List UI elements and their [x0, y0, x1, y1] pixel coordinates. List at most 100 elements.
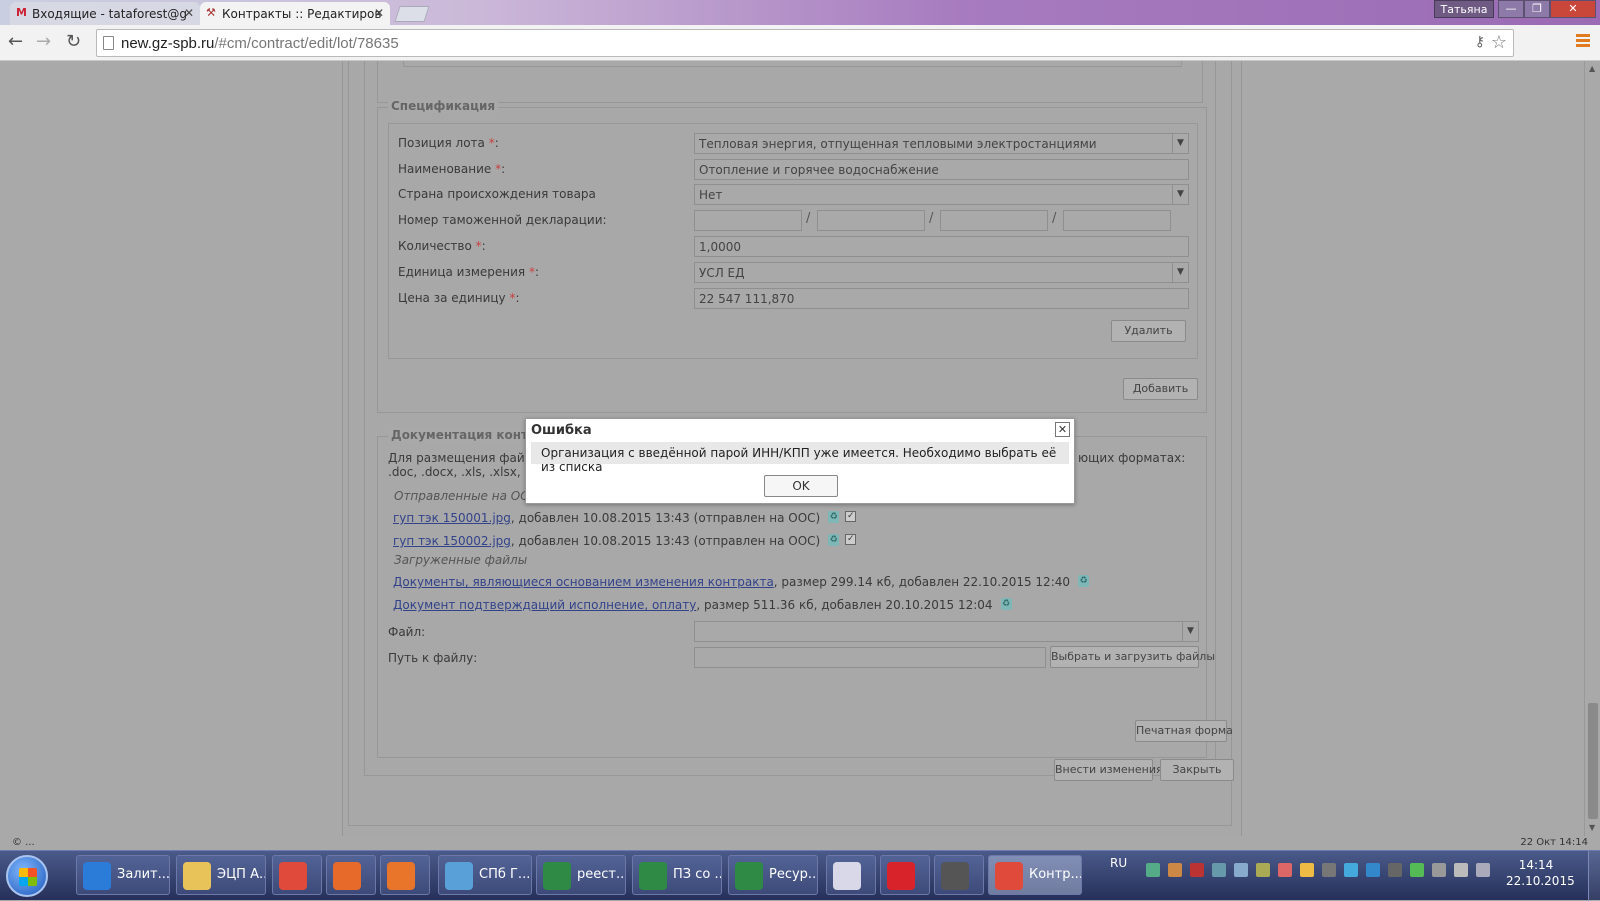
- recycle-icon[interactable]: ♻: [1078, 575, 1090, 587]
- taskbar-button[interactable]: [380, 855, 430, 895]
- taskbar-clock[interactable]: 14:14 22.10.2015: [1506, 857, 1575, 889]
- tray-app-icon[interactable]: [1168, 863, 1182, 877]
- show-desktop-button[interactable]: [1588, 851, 1600, 901]
- file-link[interactable]: гуп тэк 150001.jpg: [393, 511, 511, 525]
- tab-contracts[interactable]: ⚒ Контракты :: Редактиров ✕: [200, 2, 390, 26]
- back-arrow-icon[interactable]: ←: [8, 33, 23, 51]
- tray-app-icon[interactable]: [1212, 863, 1226, 877]
- taskbar-button-label: ЭЦП А...: [217, 867, 266, 882]
- save-changes-button[interactable]: Внести изменения: [1054, 759, 1163, 781]
- customs-part-4[interactable]: [1063, 210, 1171, 231]
- file-link[interactable]: гуп тэк 150002.jpg: [393, 534, 511, 548]
- acrobat-icon[interactable]: [1190, 863, 1204, 877]
- excel-icon: [543, 862, 571, 890]
- network-icon[interactable]: [1476, 863, 1490, 877]
- tray-app-icon[interactable]: [1256, 863, 1270, 877]
- bookmark-star-icon[interactable]: ☆: [1491, 32, 1507, 53]
- new-tab-button[interactable]: [394, 6, 430, 22]
- scroll-down-icon[interactable]: ▼: [1589, 823, 1595, 832]
- taskbar-button[interactable]: Контр...: [988, 855, 1082, 895]
- name-input[interactable]: Отопление и горячее водоснабжение: [694, 159, 1189, 180]
- chrome-menu-icon[interactable]: [1576, 34, 1590, 49]
- tray-app-icon[interactable]: [1388, 863, 1402, 877]
- recycle-icon[interactable]: ♻: [828, 534, 840, 546]
- status-right: 22 Окт 14:14: [1520, 837, 1588, 848]
- country-select[interactable]: Нет ▼: [694, 184, 1189, 205]
- file-path-input[interactable]: [694, 647, 1046, 668]
- taskbar-button[interactable]: [272, 855, 322, 895]
- taskbar-button-label: Ресур...: [769, 867, 818, 882]
- lot-position-select[interactable]: Тепловая энергия, отпущенная тепловыми э…: [694, 133, 1189, 154]
- specification-legend: Спецификация: [388, 99, 499, 113]
- customs-part-2[interactable]: [817, 210, 925, 231]
- sent-checkbox[interactable]: ✓: [845, 534, 857, 545]
- unit-select[interactable]: УСЛ ЕД ▼: [694, 262, 1189, 283]
- customs-part-3[interactable]: [940, 210, 1048, 231]
- tray-app-icon[interactable]: [1146, 863, 1160, 877]
- file-select[interactable]: ▼: [694, 621, 1199, 642]
- taskbar-button[interactable]: ПЗ со ...: [632, 855, 722, 895]
- gmail-icon: M: [16, 6, 27, 19]
- address-toolbar: ← → ↻ new.gz-spb.ru/#cm/contract/edit/lo…: [0, 25, 1600, 61]
- add-button[interactable]: Добавить: [1123, 378, 1198, 400]
- ms-office-icon: [333, 862, 361, 890]
- delete-button[interactable]: Удалить: [1111, 320, 1186, 342]
- close-button[interactable]: Закрыть: [1160, 759, 1234, 781]
- file-link[interactable]: Документы, являющиеся основанием изменен…: [393, 575, 774, 589]
- formats-info-right: ющих форматах:: [1078, 451, 1186, 465]
- scroll-thumb[interactable]: [1588, 703, 1598, 819]
- window-close-button[interactable]: ✕: [1550, 0, 1596, 18]
- previous-section: [377, 61, 1203, 103]
- taskbar-button[interactable]: ЭЦП А...: [176, 855, 266, 895]
- chevron-down-icon[interactable]: ▼: [1172, 134, 1188, 153]
- scroll-up-icon[interactable]: ▲: [1589, 64, 1595, 73]
- forward-arrow-icon[interactable]: →: [36, 33, 51, 51]
- action-center-flag-icon[interactable]: [1454, 863, 1468, 877]
- chevron-down-icon[interactable]: ▼: [1172, 263, 1188, 282]
- taskbar-button[interactable]: [326, 855, 376, 895]
- omnibox[interactable]: new.gz-spb.ru/#cm/contract/edit/lot/7863…: [96, 29, 1514, 57]
- ok-button[interactable]: OK: [764, 475, 838, 497]
- taskbar-button[interactable]: [934, 855, 984, 895]
- tab-close-icon[interactable]: ✕: [374, 6, 384, 20]
- taskbar-button[interactable]: [826, 855, 876, 895]
- dialog-close-icon[interactable]: ✕: [1055, 422, 1070, 437]
- tray-app-icon[interactable]: [1234, 863, 1248, 877]
- volume-icon[interactable]: [1432, 863, 1446, 877]
- recycle-icon[interactable]: ♻: [828, 511, 840, 523]
- speaker-tray-icon[interactable]: [1278, 863, 1292, 877]
- key-icon[interactable]: ⚷: [1475, 34, 1485, 50]
- tab-close-icon[interactable]: ✕: [184, 6, 194, 20]
- chevron-down-icon[interactable]: ▼: [1172, 185, 1188, 204]
- page-scrollbar[interactable]: ▲ ▼: [1584, 61, 1600, 836]
- language-indicator[interactable]: RU: [1110, 856, 1127, 870]
- quantity-input[interactable]: 1,0000: [694, 236, 1189, 257]
- tray-app-icon[interactable]: [1322, 863, 1336, 877]
- tray-app-icon[interactable]: [1344, 863, 1358, 877]
- recycle-icon[interactable]: ♻: [1000, 598, 1012, 610]
- file-link[interactable]: Документ подтверждащий исполнение, оплат…: [393, 598, 696, 612]
- taskbar-button[interactable]: [880, 855, 930, 895]
- taskbar-button[interactable]: реест...: [536, 855, 626, 895]
- profile-badge[interactable]: Татьяна: [1434, 0, 1494, 18]
- taskbar-button[interactable]: СПб Г...: [438, 855, 532, 895]
- start-button[interactable]: [6, 855, 48, 897]
- restore-button[interactable]: ❐: [1524, 0, 1550, 18]
- price-input[interactable]: 22 547 111,870: [694, 288, 1189, 309]
- sent-checkbox[interactable]: ✓: [845, 511, 857, 522]
- uploaded-files-heading: Загруженные файлы: [394, 553, 528, 567]
- chevron-down-icon[interactable]: ▼: [1182, 622, 1198, 641]
- url-text[interactable]: new.gz-spb.ru/#cm/contract/edit/lot/7863…: [121, 35, 399, 52]
- upload-files-button[interactable]: Выбрать и загрузить файлы: [1050, 646, 1215, 668]
- tray-app-icon[interactable]: [1410, 863, 1424, 877]
- print-form-button[interactable]: Печатная форма: [1135, 720, 1233, 742]
- taskbar-button[interactable]: Залит...: [76, 855, 170, 895]
- minimize-button[interactable]: —: [1498, 0, 1524, 18]
- skype-icon[interactable]: [1366, 863, 1380, 877]
- separator: /: [929, 211, 934, 226]
- tray-app-icon[interactable]: [1300, 863, 1314, 877]
- reload-icon[interactable]: ↻: [66, 33, 81, 51]
- customs-part-1[interactable]: [694, 210, 802, 231]
- tab-gmail[interactable]: M Входящие - tataforest@g ✕: [10, 2, 200, 26]
- taskbar-button[interactable]: Ресур...: [728, 855, 818, 895]
